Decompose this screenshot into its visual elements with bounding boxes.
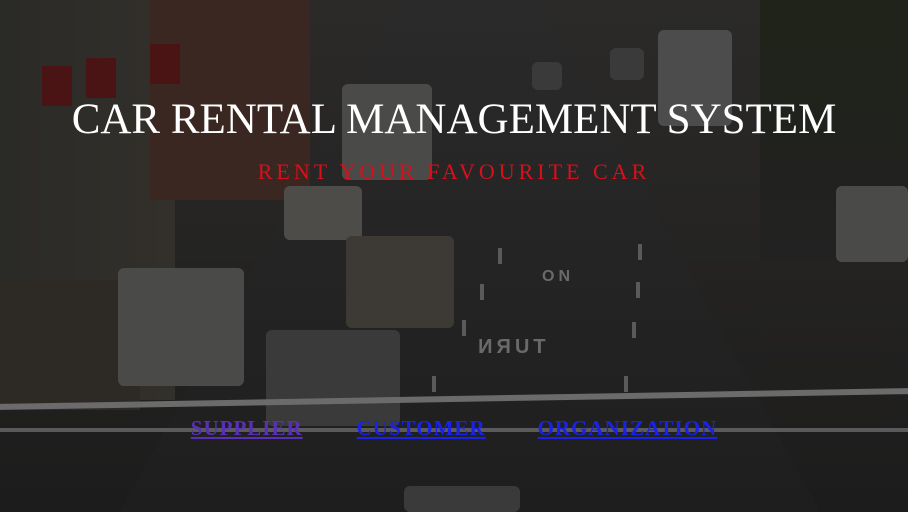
lane-marking xyxy=(638,244,642,260)
street-banner xyxy=(86,58,116,98)
road-text-turn: TURN xyxy=(474,336,546,358)
car xyxy=(532,62,562,90)
page-title: CAR RENTAL MANAGEMENT SYSTEM xyxy=(71,96,837,143)
car xyxy=(404,486,520,512)
lane-marking xyxy=(632,322,636,338)
car xyxy=(266,330,400,426)
car xyxy=(836,186,908,262)
car xyxy=(610,48,644,80)
road-text-on: ON xyxy=(542,268,574,285)
car xyxy=(346,236,454,328)
page-subtitle: RENT YOUR FAVOURITE CAR xyxy=(257,159,651,184)
lane-marking xyxy=(432,376,436,392)
lane-marking xyxy=(624,376,628,392)
pickup-truck xyxy=(118,268,244,386)
street-banner xyxy=(150,44,180,84)
lane-marking xyxy=(498,248,502,264)
supplier-link[interactable]: SUPPLIER xyxy=(191,414,303,442)
organization-link[interactable]: ORGANIZATION xyxy=(538,414,718,442)
lane-marking xyxy=(480,284,484,300)
main-nav: SUPPLIER CUSTOMER ORGANIZATION xyxy=(0,414,908,442)
lane-marking xyxy=(636,282,640,298)
customer-link[interactable]: CUSTOMER xyxy=(357,414,486,442)
lane-marking xyxy=(462,320,466,336)
car xyxy=(284,186,362,240)
